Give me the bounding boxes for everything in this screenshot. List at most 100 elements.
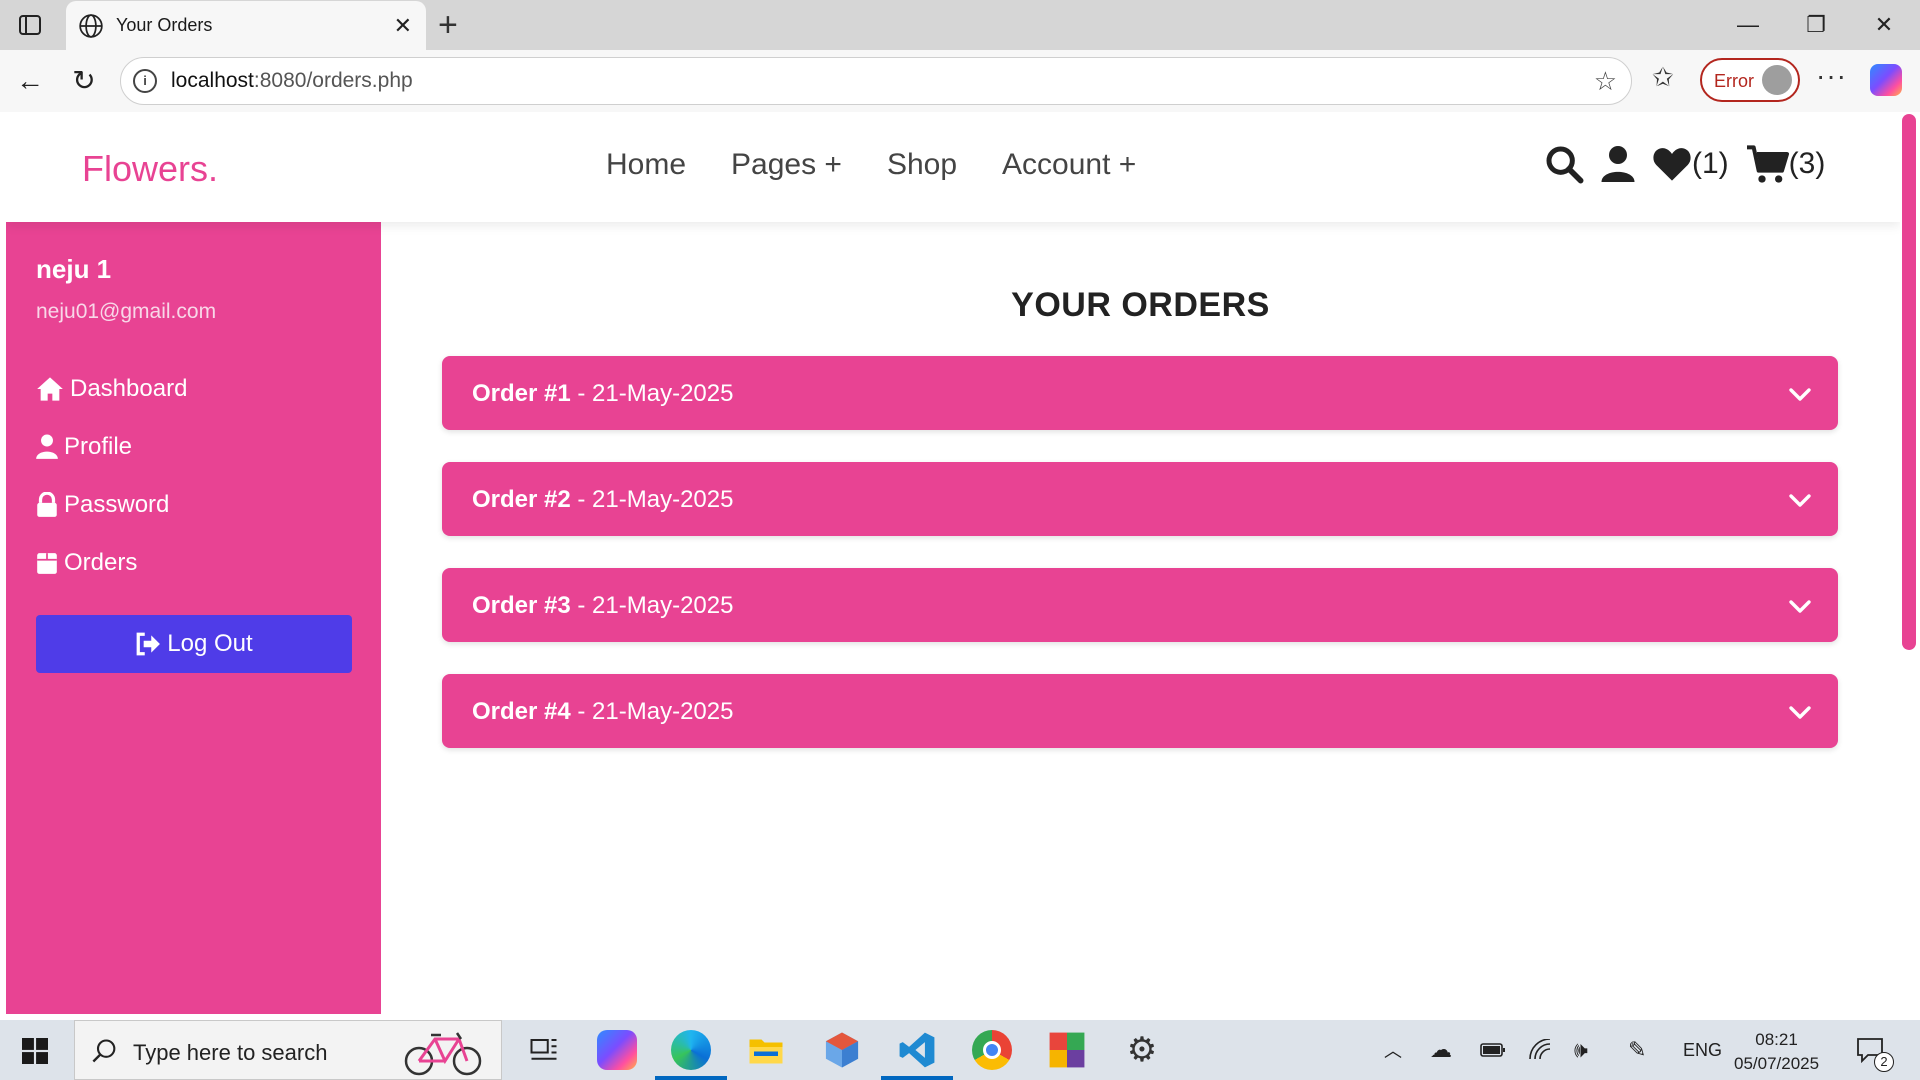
site-info-icon[interactable]: i	[133, 69, 157, 93]
chevron-down-icon[interactable]	[1788, 382, 1812, 411]
restore-icon[interactable]: ❐	[1796, 8, 1836, 42]
order-date: - 21-May-2025	[577, 698, 734, 725]
nav-shop[interactable]: Shop	[887, 148, 957, 182]
favorites-icon[interactable]: ✩	[1652, 62, 1674, 93]
notifications-button[interactable]: 2	[1856, 1020, 1894, 1080]
lock-icon	[37, 492, 57, 517]
bicycle-icon	[401, 1027, 487, 1080]
chevron-down-icon[interactable]	[1788, 700, 1812, 729]
order-accordion-3[interactable]: Order #3 - 21-May-2025	[442, 568, 1838, 642]
settings-gear-icon[interactable]: ⚙	[1122, 1030, 1162, 1070]
taskbar-search-box[interactable]: Type here to search	[74, 1020, 502, 1080]
sidebar-item-label: Password	[64, 491, 170, 518]
header-icons: (1) (3)	[1544, 144, 1825, 184]
active-app-indicator	[655, 1076, 727, 1080]
order-id: Order #4	[472, 698, 571, 725]
sign-out-icon	[136, 632, 161, 656]
avatar	[1762, 65, 1792, 95]
nav-account[interactable]: Account +	[1002, 148, 1136, 182]
task-view-icon[interactable]	[524, 1030, 564, 1070]
web-page: Flowers. Home Pages + Shop Account + (1)…	[6, 112, 1900, 1014]
package-app-icon[interactable]	[822, 1030, 862, 1070]
scrollbar-thumb[interactable]	[1902, 114, 1916, 650]
new-tab-icon[interactable]: +	[438, 6, 458, 45]
cart-button[interactable]: (3)	[1745, 144, 1825, 184]
tab-actions-icon[interactable]	[14, 11, 46, 39]
reload-icon[interactable]: ↻	[66, 63, 102, 99]
show-hidden-icons-icon[interactable]: ︿	[1384, 1020, 1402, 1080]
chevron-down-icon[interactable]	[1788, 594, 1812, 623]
url-host: localhost	[171, 69, 254, 92]
order-id: Order #3	[472, 592, 571, 619]
sidebar-item-label: Profile	[64, 433, 133, 460]
search-icon[interactable]	[1544, 144, 1584, 184]
address-bar[interactable]: i localhost:8080/orders.php ☆	[120, 57, 1632, 105]
vscode-icon[interactable]	[897, 1030, 937, 1070]
nav-pages[interactable]: Pages +	[731, 148, 842, 182]
copilot-icon[interactable]	[1870, 64, 1902, 96]
back-icon[interactable]: ←	[12, 63, 48, 99]
logout-button[interactable]: Log Out	[36, 615, 352, 673]
more-options-icon[interactable]: ···	[1816, 60, 1847, 92]
profile-error-button[interactable]: Error	[1700, 58, 1800, 102]
system-clock[interactable]: 08:21 05/07/2025	[1734, 1028, 1819, 1076]
page-title: YOUR ORDERS	[1011, 286, 1270, 324]
edge-browser-icon[interactable]	[671, 1030, 711, 1070]
minimize-icon[interactable]: —	[1728, 8, 1768, 42]
main-nav: Home Pages + Shop Account +	[606, 148, 1136, 182]
chrome-icon[interactable]	[972, 1030, 1012, 1070]
clock-time: 08:21	[1755, 1030, 1798, 1049]
chrome-center	[983, 1041, 1001, 1059]
site-logo[interactable]: Flowers.	[82, 148, 218, 190]
search-icon	[91, 1037, 119, 1070]
url-text: localhost:8080/orders.php	[171, 69, 413, 93]
chevron-down-icon[interactable]	[1788, 488, 1812, 517]
user-name: neju 1	[36, 254, 112, 284]
battery-icon[interactable]	[1480, 1020, 1506, 1080]
order-accordion-2[interactable]: Order #2 - 21-May-2025	[442, 462, 1838, 536]
language-indicator[interactable]: ENG	[1683, 1020, 1722, 1080]
copilot-icon[interactable]	[597, 1030, 637, 1070]
browser-toolbar: ← ↻ i localhost:8080/orders.php ☆ ✩ Erro…	[0, 50, 1920, 112]
order-date: - 21-May-2025	[577, 380, 734, 407]
order-accordion-1[interactable]: Order #1 - 21-May-2025	[442, 356, 1838, 430]
network-icon[interactable]	[1528, 1020, 1552, 1080]
page-scrollbar[interactable]	[1900, 112, 1916, 1014]
order-label: Order #4 - 21-May-2025	[472, 698, 733, 726]
onedrive-cloud-icon[interactable]: ☁	[1430, 1020, 1452, 1080]
taskbar: Type here to search ⚙ ︿ ☁ 🕪 ✎ ENG 08:21 …	[0, 1020, 1920, 1080]
sidebar-item-dashboard[interactable]: Dashboard	[36, 360, 187, 418]
close-window-icon[interactable]: ✕	[1864, 8, 1904, 42]
url-path: :8080/orders.php	[253, 69, 413, 92]
sidebar-menu: Dashboard Profile Password Orders	[36, 360, 187, 592]
heart-icon	[1653, 148, 1691, 181]
sidebar-item-password[interactable]: Password	[36, 476, 187, 534]
wishlist-button[interactable]: (1)	[1652, 145, 1729, 183]
user-email: neju01@gmail.com	[36, 300, 217, 323]
user-icon[interactable]	[1600, 144, 1636, 184]
volume-icon[interactable]: 🕪	[1574, 1020, 1588, 1080]
pen-icon[interactable]: ✎	[1628, 1020, 1646, 1080]
colorful-app-icon[interactable]	[1047, 1030, 1087, 1070]
order-accordion-4[interactable]: Order #4 - 21-May-2025	[442, 674, 1838, 748]
user-icon	[36, 434, 58, 459]
browser-tab-bar: Your Orders ✕ + — ❐ ✕	[0, 0, 1920, 50]
nav-home[interactable]: Home	[606, 148, 686, 182]
close-tab-icon[interactable]: ✕	[394, 13, 412, 39]
sidebar-item-profile[interactable]: Profile	[36, 418, 187, 476]
clock-date: 05/07/2025	[1734, 1054, 1820, 1073]
tab-title: Your Orders	[116, 15, 213, 35]
file-explorer-icon[interactable]	[746, 1030, 786, 1070]
windows-start-icon[interactable]	[22, 1038, 48, 1069]
site-header: Flowers. Home Pages + Shop Account + (1)…	[6, 112, 1900, 222]
order-label: Order #3 - 21-May-2025	[472, 592, 733, 620]
order-list: Order #1 - 21-May-2025 Order #2 - 21-May…	[442, 356, 1838, 780]
account-sidebar: neju 1 neju01@gmail.com Dashboard Profil…	[6, 222, 381, 1014]
box-icon	[37, 553, 57, 574]
taskbar-search-placeholder: Type here to search	[133, 1040, 328, 1065]
favorite-star-icon[interactable]: ☆	[1594, 66, 1617, 97]
sidebar-item-label: Dashboard	[70, 375, 188, 402]
orders-content: YOUR ORDERS Order #1 - 21-May-2025 Order…	[381, 222, 1900, 1014]
sidebar-item-orders[interactable]: Orders	[36, 534, 187, 592]
browser-tab[interactable]: Your Orders ✕	[66, 1, 426, 50]
